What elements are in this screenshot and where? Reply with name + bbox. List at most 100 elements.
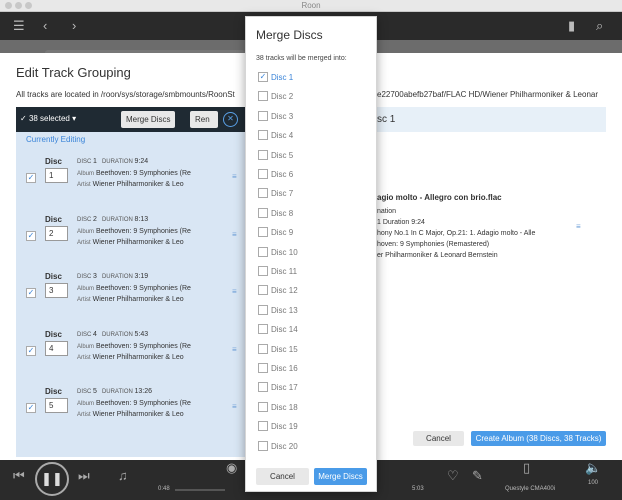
volume-icon[interactable]: 🔈 (585, 460, 601, 476)
disc-number-input[interactable]: 1 (45, 168, 68, 183)
drag-handle-icon[interactable]: ≡ (232, 345, 237, 354)
disc-option[interactable]: Disc 8 (258, 206, 368, 220)
disc-checkbox[interactable]: ✓ (26, 403, 36, 413)
disc-option[interactable]: Disc 18 (258, 400, 368, 414)
disc-option-checkbox[interactable] (258, 440, 268, 451)
disc-option-checkbox[interactable] (258, 266, 268, 276)
disc-option-checkbox[interactable] (258, 324, 268, 335)
disc-option-checkbox[interactable] (258, 91, 268, 102)
disc-checkbox[interactable]: ✓ (26, 173, 36, 183)
disc-row[interactable]: ✓ Disc 4 DISC 4 DURATION 5:43 Album Beethove… (16, 319, 245, 376)
rename-button[interactable]: Ren (190, 111, 218, 128)
disc-album-line: Album Beethoven: 9 Symphonies (Re (77, 228, 191, 235)
storage-path-text: All tracks are located in /roon/sys/stor… (16, 90, 235, 99)
disc-option-checkbox[interactable] (258, 149, 268, 160)
back-arrow-icon[interactable]: ‹ (43, 17, 47, 35)
close-window-icon[interactable] (5, 2, 12, 9)
minimize-window-icon[interactable] (15, 2, 22, 9)
queue-icon[interactable]: ♫ (118, 468, 128, 483)
disc-number: 1 (93, 158, 97, 165)
disc-option-label: Disc 20 (271, 441, 298, 451)
disc-option[interactable]: Disc 19 (258, 419, 368, 433)
disc-number-input[interactable]: 5 (45, 398, 68, 413)
disc-checkbox[interactable]: ✓ (26, 288, 36, 298)
zoom-window-icon[interactable] (25, 2, 32, 9)
close-selection-icon[interactable]: ✕ (223, 112, 238, 127)
disc-row[interactable]: ✓ Disc 1 DISC 1 DURATION 9:24 Album Beethove… (16, 146, 245, 203)
selection-dropdown[interactable]: ✓ 38 selected ▾ (20, 114, 76, 123)
drag-handle-icon[interactable]: ≡ (232, 402, 237, 411)
disc-option-checkbox[interactable] (258, 343, 268, 354)
disc-option-checkbox[interactable] (258, 169, 268, 179)
disc-duration-line: DISC 3 DURATION 3:19 (77, 273, 148, 280)
zone-device-icon[interactable]: ▯ (523, 460, 530, 476)
disc-option-checkbox[interactable] (258, 382, 268, 393)
disc-option-checkbox[interactable]: ✓ (258, 72, 268, 82)
disc-artist: Wiener Philharmoniker & Leo (92, 296, 184, 303)
previous-track-icon[interactable]: ⏮ (13, 468, 25, 484)
disc-option-checkbox[interactable] (258, 188, 268, 199)
disc-option[interactable]: Disc 12 (258, 283, 368, 297)
disc-option[interactable]: Disc 9 (258, 225, 368, 239)
disc-row[interactable]: ✓ Disc 2 DISC 2 DURATION 8:13 Album Beethove… (16, 204, 245, 261)
disc-option-checkbox[interactable] (258, 110, 268, 121)
disc-option-checkbox[interactable] (258, 130, 268, 141)
disc-option[interactable]: Disc 20 (258, 439, 368, 453)
bookmark-icon[interactable]: ▮ (568, 17, 575, 35)
drag-handle-icon[interactable]: ≡ (576, 222, 581, 231)
disc-number-input[interactable]: 2 (45, 225, 68, 241)
disc-option-checkbox[interactable] (258, 401, 268, 412)
disc-option-checkbox[interactable] (258, 227, 268, 238)
disc-option[interactable]: Disc 13 (258, 303, 368, 317)
disc-option-checkbox[interactable] (258, 363, 268, 373)
hamburger-menu-icon[interactable]: ☰ (13, 17, 25, 35)
disc-checkbox[interactable]: ✓ (26, 230, 36, 241)
forward-arrow-icon[interactable]: › (72, 17, 76, 35)
disc-option[interactable]: Disc 14 (258, 322, 368, 336)
create-album-button[interactable]: Create Album (38 Discs, 38 Tracks) (471, 431, 606, 446)
pause-button[interactable]: ❚❚ (35, 462, 69, 496)
modal-merge-button[interactable]: Merge Discs (314, 468, 367, 485)
disc-option[interactable]: Disc 2 (258, 89, 368, 103)
disc-artist-line: Artist Wiener Philharmoniker & Leo (77, 354, 184, 361)
disc-row[interactable]: ✓ Disc 5 DISC 5 DURATION 13:26 Album Beethov… (16, 376, 245, 433)
heart-icon[interactable]: ♡ (447, 468, 459, 484)
drag-handle-icon[interactable]: ≡ (232, 287, 237, 296)
disc-option-checkbox[interactable] (258, 304, 268, 315)
radio-icon[interactable]: ◉ (226, 460, 237, 476)
disc-option[interactable]: Disc 11 (258, 264, 368, 278)
selected-count-label: 38 selected ▾ (28, 114, 77, 123)
disc-row[interactable]: ✓ Disc 3 DISC 3 DURATION 3:19 Album Beethove… (16, 261, 245, 318)
disc-option[interactable]: Disc 3 (258, 109, 368, 123)
disc-option[interactable]: Disc 16 (258, 361, 368, 375)
cancel-button[interactable]: Cancel (413, 431, 464, 446)
disc-option[interactable]: Disc 15 (258, 342, 368, 356)
disc-option-label: Disc 3 (271, 111, 294, 121)
disc-option-checkbox[interactable] (258, 421, 268, 432)
disc-option-checkbox[interactable] (258, 285, 268, 296)
next-track-icon[interactable]: ⏭ (78, 468, 90, 484)
drag-handle-icon[interactable]: ≡ (232, 230, 237, 239)
disc-option[interactable]: Disc 17 (258, 380, 368, 394)
disc-heading: sc 1 (377, 107, 606, 132)
disc-option-checkbox[interactable] (258, 246, 268, 257)
disc-option[interactable]: ✓ Disc 1 (258, 70, 368, 84)
disc-option[interactable]: Disc 4 (258, 128, 368, 142)
window-title: Roon (301, 1, 321, 10)
merge-discs-button[interactable]: Merge Discs (121, 111, 175, 128)
disc-number-input[interactable]: 3 (45, 283, 68, 298)
disc-checkbox[interactable]: ✓ (26, 345, 36, 356)
disc-option[interactable]: Disc 7 (258, 186, 368, 200)
disc-option-checkbox[interactable] (258, 207, 268, 218)
search-icon[interactable]: ⌕ (596, 17, 603, 35)
progress-bar[interactable] (175, 489, 225, 491)
modal-cancel-button[interactable]: Cancel (256, 468, 309, 485)
edit-icon[interactable]: ✎ (472, 468, 483, 484)
zone-name[interactable]: Questyle CMA400i (505, 486, 555, 492)
disc-option[interactable]: Disc 5 (258, 148, 368, 162)
disc-option[interactable]: Disc 6 (258, 167, 368, 181)
disc-number-input[interactable]: 4 (45, 340, 68, 356)
disc-artist-line: Artist Wiener Philharmoniker & Leo (77, 296, 184, 303)
disc-option[interactable]: Disc 10 (258, 245, 368, 259)
drag-handle-icon[interactable]: ≡ (232, 172, 237, 181)
